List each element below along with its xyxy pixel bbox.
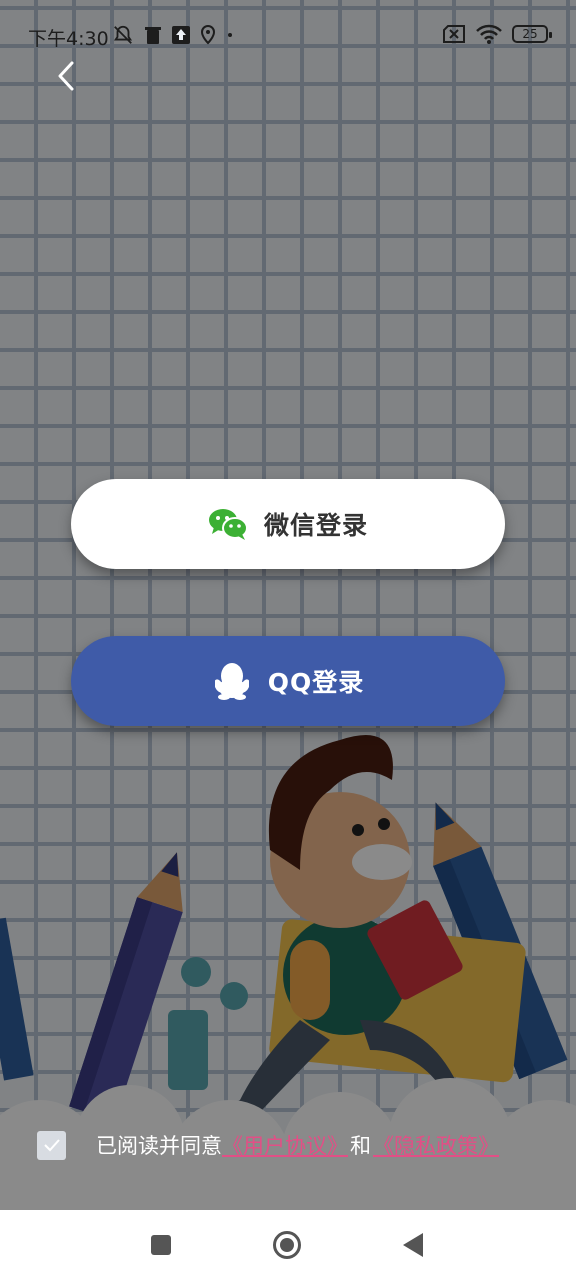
wechat-login-button[interactable]: 微信登录 [71, 479, 505, 569]
circle-home-icon [273, 1231, 301, 1259]
battery-level: 25 [522, 27, 538, 41]
wechat-icon [208, 504, 248, 544]
location-icon [200, 25, 216, 45]
user-agreement-link[interactable]: 《用户协议》 [222, 1130, 348, 1160]
login-screen: 下午4:30 25 微信登录 QQ登录 已阅读并同意 《用户协议》 和 《隐私政… [0, 0, 576, 1210]
sim-off-icon [443, 25, 465, 43]
system-nav-bar [0, 1210, 576, 1280]
privacy-policy-link[interactable]: 《隐私政策》 [373, 1130, 499, 1160]
agree-and: 和 [350, 1134, 371, 1158]
agree-checkbox[interactable] [37, 1130, 66, 1160]
wechat-login-label: 微信登录 [263, 511, 368, 540]
upload-icon [172, 26, 190, 44]
qq-login-button[interactable]: QQ登录 [71, 636, 505, 726]
agree-prefix: 已阅读并同意 [96, 1134, 222, 1158]
check-icon [43, 1139, 60, 1152]
back-button[interactable] [48, 58, 84, 94]
agreement-row: 已阅读并同意 《用户协议》 和 《隐私政策》 [37, 1130, 499, 1160]
bell-off-icon [113, 25, 133, 44]
dot-icon [228, 33, 232, 37]
wifi-icon [476, 24, 502, 44]
battery-icon: 25 [512, 25, 552, 43]
nav-back-button[interactable] [398, 1230, 428, 1260]
qq-login-label: QQ登录 [267, 668, 365, 697]
chevron-left-icon [58, 61, 74, 91]
recents-button[interactable] [146, 1230, 176, 1260]
qq-penguin-icon [212, 661, 252, 701]
status-bar: 下午4:30 25 [0, 18, 576, 54]
overlay-dim [0, 0, 576, 1210]
status-time: 下午4:30 [28, 28, 109, 50]
trash-icon [145, 27, 161, 44]
square-recents-icon [151, 1235, 171, 1255]
home-button[interactable] [272, 1230, 302, 1260]
triangle-back-icon [403, 1233, 423, 1257]
